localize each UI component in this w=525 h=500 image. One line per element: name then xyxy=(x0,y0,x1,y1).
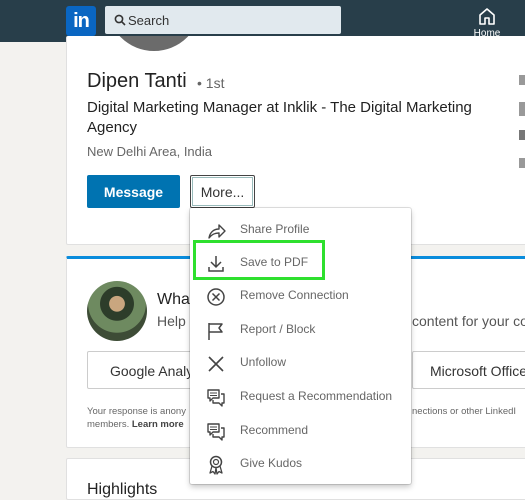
skill-option-microsoft-office[interactable]: Microsoft Office xyxy=(412,351,525,389)
prompt-help-text-right: content for your co xyxy=(412,313,525,329)
user-avatar xyxy=(87,281,147,341)
menu-item-label: Give Kudos xyxy=(240,456,303,470)
menu-item-label: Share Profile xyxy=(240,222,310,236)
profile-headline: Digital Marketing Manager at Inklik - Th… xyxy=(87,99,472,136)
menu-item-recommend[interactable]: Recommend xyxy=(190,415,411,447)
home-icon xyxy=(479,8,495,25)
menu-item-remove-connection[interactable]: Remove Connection xyxy=(190,280,411,312)
side-info-icon xyxy=(519,158,525,168)
connection-degree: • 1st xyxy=(197,75,225,91)
privacy-note-members: members. xyxy=(87,419,130,430)
linkedin-logo[interactable]: in xyxy=(66,6,96,36)
prompt-title: What xyxy=(157,291,195,308)
more-button[interactable]: More... xyxy=(190,175,255,208)
menu-item-report-block[interactable]: Report / Block xyxy=(190,314,411,346)
menu-item-label: Request a Recommendation xyxy=(240,389,393,403)
menu-item-unfollow[interactable]: Unfollow xyxy=(190,347,411,379)
x-icon xyxy=(208,356,224,372)
side-info-icon xyxy=(519,102,525,116)
speech-bubbles-icon xyxy=(207,423,225,441)
remove-circle-icon xyxy=(207,288,225,306)
award-ribbon-icon xyxy=(209,455,223,475)
share-icon xyxy=(208,224,226,239)
profile-name: Dipen Tanti xyxy=(87,70,187,92)
side-info-icon xyxy=(519,130,525,140)
search-box[interactable] xyxy=(105,6,341,34)
speech-bubbles-icon xyxy=(207,389,225,407)
nav-home[interactable]: Home xyxy=(467,4,507,40)
save-to-pdf-highlight xyxy=(193,240,325,280)
menu-item-label: Report / Block xyxy=(240,322,316,336)
profile-location: New Delhi Area, India xyxy=(87,144,213,159)
menu-item-label: Unfollow xyxy=(240,355,287,369)
privacy-note: Your response is anony xyxy=(87,406,186,417)
side-info-icon xyxy=(519,75,525,85)
flag-icon xyxy=(208,323,223,340)
highlights-title: Highlights xyxy=(87,481,158,498)
privacy-note-line2: members. Learn more xyxy=(87,419,184,430)
menu-item-give-kudos[interactable]: Give Kudos xyxy=(190,448,411,480)
search-input[interactable] xyxy=(127,6,328,34)
menu-item-label: Recommend xyxy=(240,423,309,437)
profile-avatar xyxy=(104,36,204,56)
privacy-note-right: nections or other LinkedI xyxy=(412,406,517,417)
menu-item-request-recommendation[interactable]: Request a Recommendation xyxy=(190,381,411,413)
learn-more-link[interactable]: Learn more xyxy=(132,419,184,430)
message-button[interactable]: Message xyxy=(87,175,180,208)
search-icon xyxy=(114,14,126,26)
menu-item-label: Remove Connection xyxy=(240,288,349,302)
